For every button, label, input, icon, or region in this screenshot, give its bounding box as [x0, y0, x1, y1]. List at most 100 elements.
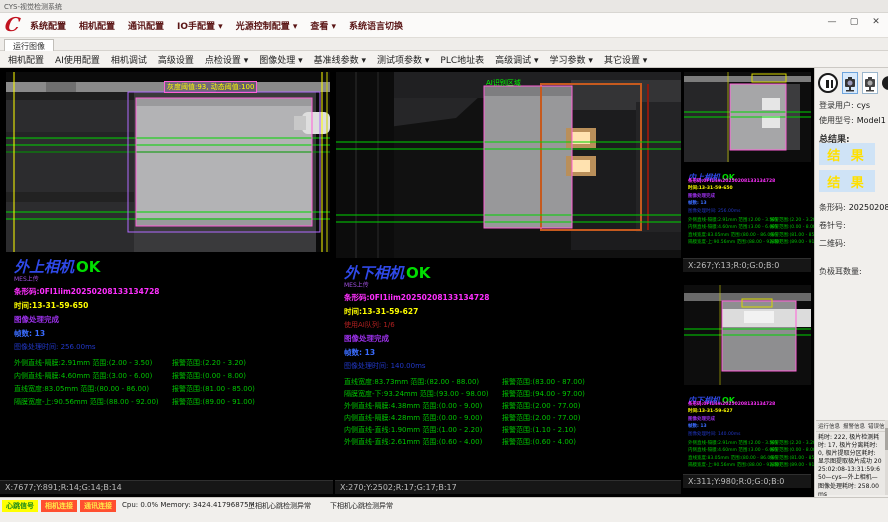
right-top-time: 时间:13-31-59-650 [688, 185, 815, 191]
info-tabs: 运行信息报警信息错误信息 [816, 421, 885, 432]
measurement-value: 外侧直线-直线:2.61mm 范围:(0.60 - 4.00) [344, 438, 482, 446]
middle-camera-image [336, 72, 681, 258]
camera-icon[interactable] [862, 72, 878, 94]
tab-strip: 运行图像 [0, 38, 888, 51]
toolbar-item[interactable]: 高级设置 [158, 53, 194, 66]
measurement-value: 内侧直线-隔膜:4.28mm 范围:(0.00 - 9.00) [344, 414, 482, 422]
measurement-row: 直线宽度:83.05mm 范围:(80.00 - 86.00) 报警范围:(81… [688, 232, 815, 240]
sidebar-icon-row [818, 71, 888, 95]
alarm-range: 报警范围:(2.20 - 3.20) [172, 358, 246, 368]
right-top-camera-title-line: 内上相机OK [688, 165, 815, 176]
middle-result-block: 外下相机OK MES上传 条形码:0FI1iim2025020813313472… [344, 262, 674, 449]
measurement-row: 外侧直线-隔膜:4.38mm 范围:(0.00 - 9.00) 报警范围:(2.… [344, 401, 674, 413]
middle-camera-viewport[interactable]: AI识别区域 [336, 72, 681, 258]
toolbar-item[interactable]: 点检设置 ▾ [205, 53, 248, 66]
measurement-row: 内侧直线-隔膜:4.60mm 范围:(3.00 - 6.00) 报警范围:(0.… [688, 224, 815, 232]
toolbar-item[interactable]: 高级调试 ▾ [495, 53, 538, 66]
menu-item[interactable]: 查看 ▾ [310, 19, 336, 32]
measurement-row: 直线宽度:83.73mm 范围:(82.00 - 88.00) 报警范围:(83… [344, 377, 674, 389]
toolbar-item[interactable]: 图像处理 ▾ [259, 53, 302, 66]
login-user-row: 登录用户:cys [819, 100, 870, 111]
left-frames: 帧数: 13 [14, 328, 344, 339]
measurement-row: 外侧直线-直线:2.61mm 范围:(0.60 - 4.00) 报警范围:(0.… [344, 437, 674, 449]
sidebar-barcode-value: 20250208 [849, 203, 888, 212]
main-area: 灰度阈值:93, 动态阈值:100 外上相机OK MES上传 条形码:0FI1i… [0, 68, 888, 497]
measurement-value: 隔膜宽度-上:90.56mm 范围:(88.00 - 92.00) [688, 240, 781, 245]
menu-item[interactable]: IO手配置 ▾ [177, 19, 223, 32]
alarm-range: 报警范围:(0.00 - 8.00) [770, 447, 818, 453]
right-bottom-barcode: 条形码:0FI1iim20250208133134728 [688, 401, 815, 407]
middle-status-ok: OK [406, 264, 430, 282]
needle-number-label: 卷针号: [819, 220, 846, 231]
measurement-row: 内侧直线-隔膜:4.60mm 范围:(3.00 - 6.00) 报警范围:(0.… [14, 371, 344, 384]
measurement-row: 隔膜宽度-上:90.56mm 范围:(88.00 - 92.00) 报警范围:(… [688, 462, 815, 470]
info-panel: 运行信息报警信息错误信息 耗时: 222, 极片检测耗时: 17, 极片分离耗时… [816, 420, 885, 495]
right-top-camera-image [684, 72, 811, 162]
pause-icon[interactable] [818, 73, 838, 93]
middle-pixel-coords: X:270;Y:2502;R:17;G:17;B:17 [335, 480, 681, 494]
toolbar-item[interactable]: 测试项参数 ▾ [377, 53, 429, 66]
left-process-done: 图像处理完成 [14, 314, 344, 325]
record-icon[interactable] [882, 76, 888, 90]
measurement-value: 内侧直线-隔膜:4.60mm 范围:(3.00 - 6.00) [688, 225, 777, 230]
left-camera-title-line: 外上相机OK [14, 256, 344, 274]
model-row: 使用型号:Model1 [819, 115, 886, 126]
result-box-2: 结 果 [819, 170, 875, 192]
minimize-icon[interactable]: — [826, 17, 838, 27]
right-bottom-process-done: 图像处理完成 [688, 416, 815, 422]
right-top-process-time: 图像处理时间: 256.00ms [688, 208, 815, 214]
menu-item[interactable]: 相机配置 [79, 19, 115, 32]
info-tab[interactable]: 报警信息 [843, 422, 865, 430]
login-user-label: 登录用户: [819, 101, 854, 110]
middle-time: 时间:13-31-59-627 [344, 306, 674, 317]
status-bar: 心跳信号 相机连接 通讯连接 Cpu: 0.0% Memory: 3424.41… [0, 497, 888, 522]
right-bottom-camera-viewport[interactable] [684, 285, 811, 385]
info-tab[interactable]: 运行信息 [818, 422, 840, 430]
left-measurements: 外侧直线-隔膜:2.91mm 范围:(2.00 - 3.50) 报警范围:(2.… [14, 358, 344, 410]
right-top-camera-viewport[interactable] [684, 72, 811, 162]
toolbar-item[interactable]: 基准线参数 ▾ [314, 53, 366, 66]
menu-item[interactable]: 系统语言切换 [349, 19, 403, 32]
titlebar: CYS-视觉检测系统 [0, 0, 888, 13]
left-process-time: 图像处理时间: 256.00ms [14, 342, 344, 352]
measurement-row: 外侧直线-隔膜:2.91mm 范围:(2.00 - 3.50) 报警范围:(2.… [14, 358, 344, 371]
maximize-icon[interactable]: ▢ [848, 17, 860, 27]
measurement-value: 外侧直线-隔膜:2.91mm 范围:(2.00 - 3.50) [688, 441, 777, 446]
close-icon[interactable]: ✕ [870, 17, 882, 27]
camera-selected-icon[interactable] [842, 72, 858, 94]
upper-camera-warning: 上相机心跳检测异常 [248, 501, 311, 511]
lower-camera-warning: 下相机心跳检测异常 [330, 501, 393, 511]
menu-item[interactable]: 光源控制配置 ▾ [236, 19, 298, 32]
tab-run-image[interactable]: 运行图像 [4, 39, 54, 51]
left-time: 时间:13-31-59-650 [14, 300, 344, 311]
alarm-range: 报警范围:(83.00 - 87.00) [502, 377, 585, 387]
toolbar-item[interactable]: AI使用配置 [55, 53, 100, 66]
measurement-value: 直线宽度:83.73mm 范围:(82.00 - 88.00) [344, 378, 479, 386]
measurement-row: 内侧直线-直线:1.90mm 范围:(1.00 - 2.20) 报警范围:(1.… [344, 425, 674, 437]
toolbar-item[interactable]: 相机配置 [8, 53, 44, 66]
middle-barcode: 条形码:0FI1iim20250208133134728 [344, 292, 674, 303]
measurement-row: 隔膜宽度-上:90.56mm 范围:(88.00 - 92.00) 报警范围:(… [688, 239, 815, 247]
alarm-range: 报警范围:(81.00 - 85.00) [172, 384, 255, 394]
left-camera-viewport[interactable]: 灰度阈值:93, 动态阈值:100 [6, 72, 330, 252]
menu-bar: C 系统配置相机配置通讯配置IO手配置 ▾光源控制配置 ▾查看 ▾系统语言切换 … [0, 13, 888, 38]
toolbar-item[interactable]: 相机调试 [111, 53, 147, 66]
window-controls: — ▢ ✕ [826, 17, 882, 27]
toolbar-item[interactable]: 其它设置 ▾ [604, 53, 647, 66]
menu-item[interactable]: 系统配置 [30, 19, 66, 32]
right-top-pixel-coords: X:267;Y:13;R:0;G:0;B:0 [683, 258, 811, 272]
toolbar-item[interactable]: 学习参数 ▾ [550, 53, 593, 66]
ai-area-label: AI识别区域 [486, 78, 521, 88]
measurement-row: 内侧直线-隔膜:4.60mm 范围:(3.00 - 6.00) 报警范围:(0.… [688, 447, 815, 455]
measurement-value: 内侧直线-隔膜:4.60mm 范围:(3.00 - 6.00) [688, 448, 777, 453]
measurement-value: 外侧直线-隔膜:2.91mm 范围:(2.00 - 3.50) [688, 218, 777, 223]
right-top-barcode: 条形码:0FI1iim20250208133134728 [688, 178, 815, 184]
sidebar-barcode-label: 条形码: [819, 203, 846, 212]
menu-item[interactable]: 通讯配置 [128, 19, 164, 32]
measurement-row: 直线宽度:83.05mm 范围:(80.00 - 86.00) 报警范围:(81… [688, 455, 815, 463]
alarm-range: 报警范围:(2.00 - 77.00) [502, 401, 580, 411]
left-camera-image [6, 72, 330, 252]
toolbar-item[interactable]: PLC地址表 [440, 53, 484, 66]
tab-count-label: 负极耳数量: [819, 266, 862, 277]
model-value[interactable]: Model1 [857, 116, 886, 125]
